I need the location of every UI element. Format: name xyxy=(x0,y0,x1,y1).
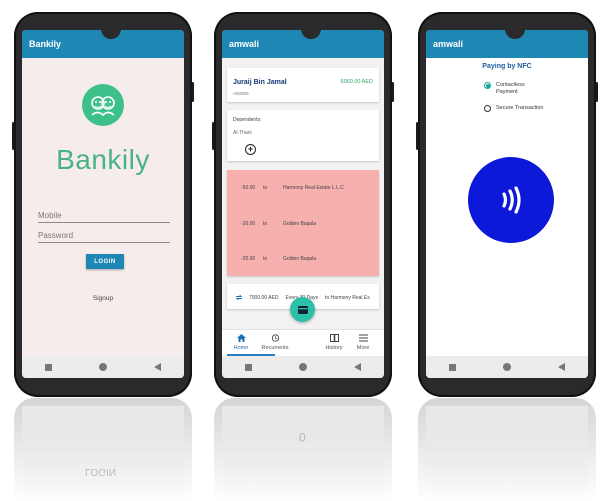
volume-button xyxy=(416,122,419,150)
transaction-payee: Harmony Real Estate L.L.C xyxy=(283,185,344,191)
option-secure-label: Secure Transaction xyxy=(496,105,544,111)
nfc-contactless-icon xyxy=(468,157,554,243)
system-nav-bar xyxy=(426,356,588,378)
transaction-to: to xyxy=(263,256,268,262)
nav-recurrents-label: Recurrents xyxy=(261,345,289,351)
dependent-item[interactable]: Al-Thani xyxy=(233,130,252,136)
account-balance: 6960.00 AED xyxy=(340,79,373,85)
nav-more[interactable]: More xyxy=(346,334,380,351)
app-title: amwali xyxy=(433,39,464,49)
transaction-row[interactable]: -20.00 to Golden Baqala xyxy=(241,256,316,262)
dependents-card: Dependents: Al-Thani + xyxy=(227,110,379,161)
volume-button xyxy=(212,122,215,150)
app-title: amwali xyxy=(229,39,260,49)
book-icon xyxy=(329,334,339,342)
transactions-card: -50.00 to Harmony Real Estate L.L.C -20.… xyxy=(227,170,379,276)
option-contactless[interactable]: Contactless Payment xyxy=(484,82,541,96)
account-number: A00000 xyxy=(233,91,249,96)
home-screen: amwali Juraij Bin Jamal 6960.00 AED A000… xyxy=(222,30,384,378)
system-nav-bar xyxy=(22,356,184,378)
repeat-icon xyxy=(235,294,243,301)
add-dependent-icon[interactable]: + xyxy=(245,144,256,155)
radio-secure[interactable] xyxy=(484,105,491,112)
volume-button xyxy=(12,122,15,150)
nfc-screen: amwali Paying by NFC Contactless Payment… xyxy=(426,30,588,378)
power-button xyxy=(391,82,394,102)
power-button xyxy=(191,82,194,102)
home-system-icon[interactable] xyxy=(298,363,307,371)
transaction-payee: Golden Baqala xyxy=(283,256,317,262)
reflection-home: 0 xyxy=(214,398,392,501)
history-clock-icon xyxy=(271,334,279,342)
transaction-row[interactable]: -50.00 to Harmony Real Estate L.L.C xyxy=(241,185,344,191)
nav-home-label: Home xyxy=(233,345,249,351)
transaction-amount: -20.00 xyxy=(241,221,256,227)
phone-home: amwali Juraij Bin Jamal 6960.00 AED A000… xyxy=(212,12,394,397)
transaction-amount: -50.00 xyxy=(241,185,256,191)
transaction-row[interactable]: -20.00 to Golden Baqala xyxy=(241,221,316,227)
login-body: Bankily LOGIN Signup xyxy=(22,58,184,356)
mobile-field[interactable] xyxy=(38,208,170,223)
credit-card-icon xyxy=(297,305,308,314)
recents-icon[interactable] xyxy=(45,363,53,371)
nfc-title: Paying by NFC xyxy=(482,63,532,70)
home-icon xyxy=(236,334,246,342)
account-card[interactable]: Juraij Bin Jamal 6960.00 AED A00000 xyxy=(227,68,379,102)
option-secure[interactable]: Secure Transaction xyxy=(484,105,543,112)
back-icon[interactable] xyxy=(557,363,565,371)
login-screen: Bankily Bankily LOGIN Signup xyxy=(22,30,184,378)
nav-recurrents[interactable]: Recurrents xyxy=(258,334,292,351)
nfc-body: Paying by NFC Contactless Payment Secure… xyxy=(426,58,588,356)
phone-nfc: amwali Paying by NFC Contactless Payment… xyxy=(416,12,598,397)
app-title: Bankily xyxy=(29,39,62,49)
signup-link[interactable]: Signup xyxy=(22,295,184,302)
account-name: Juraij Bin Jamal xyxy=(233,79,287,86)
login-button[interactable]: LOGIN xyxy=(86,254,124,269)
recurrent-payee: to Harmony Real Es xyxy=(324,294,370,301)
nav-more-label: More xyxy=(356,345,370,351)
system-nav-bar xyxy=(222,356,384,378)
reflection-nfc xyxy=(418,398,596,501)
option-contactless-label: Contactless Payment xyxy=(496,82,525,95)
home-system-icon[interactable] xyxy=(98,363,107,371)
menu-icon xyxy=(358,334,368,342)
recents-icon[interactable] xyxy=(449,363,457,371)
card-fab-button[interactable] xyxy=(290,297,315,322)
dependents-title: Dependents: xyxy=(233,117,262,123)
nav-home[interactable]: Home xyxy=(224,334,258,351)
power-button xyxy=(595,82,598,102)
recurrent-amount: 7000.00 AED xyxy=(249,294,279,301)
transaction-amount: -20.00 xyxy=(241,256,256,262)
transaction-payee: Golden Baqala xyxy=(283,221,317,227)
transaction-to: to xyxy=(263,185,268,191)
radio-contactless[interactable] xyxy=(484,82,491,89)
reflection-login: LOGIN xyxy=(14,398,192,501)
bankily-logo-icon xyxy=(82,84,124,126)
recents-icon[interactable] xyxy=(245,363,253,371)
back-icon[interactable] xyxy=(153,363,161,371)
reflection-keypad-digit: 0 xyxy=(299,430,306,444)
home-system-icon[interactable] xyxy=(502,363,511,371)
phone-login: Bankily Bankily LOGIN Signup xyxy=(12,12,194,397)
back-icon[interactable] xyxy=(353,363,361,371)
reflection-login-text: LOGIN xyxy=(85,466,117,477)
bottom-nav: Home Recurrents History More xyxy=(222,329,384,356)
password-field[interactable] xyxy=(38,228,170,243)
brand-name: Bankily xyxy=(56,144,150,175)
transaction-to: to xyxy=(263,221,268,227)
